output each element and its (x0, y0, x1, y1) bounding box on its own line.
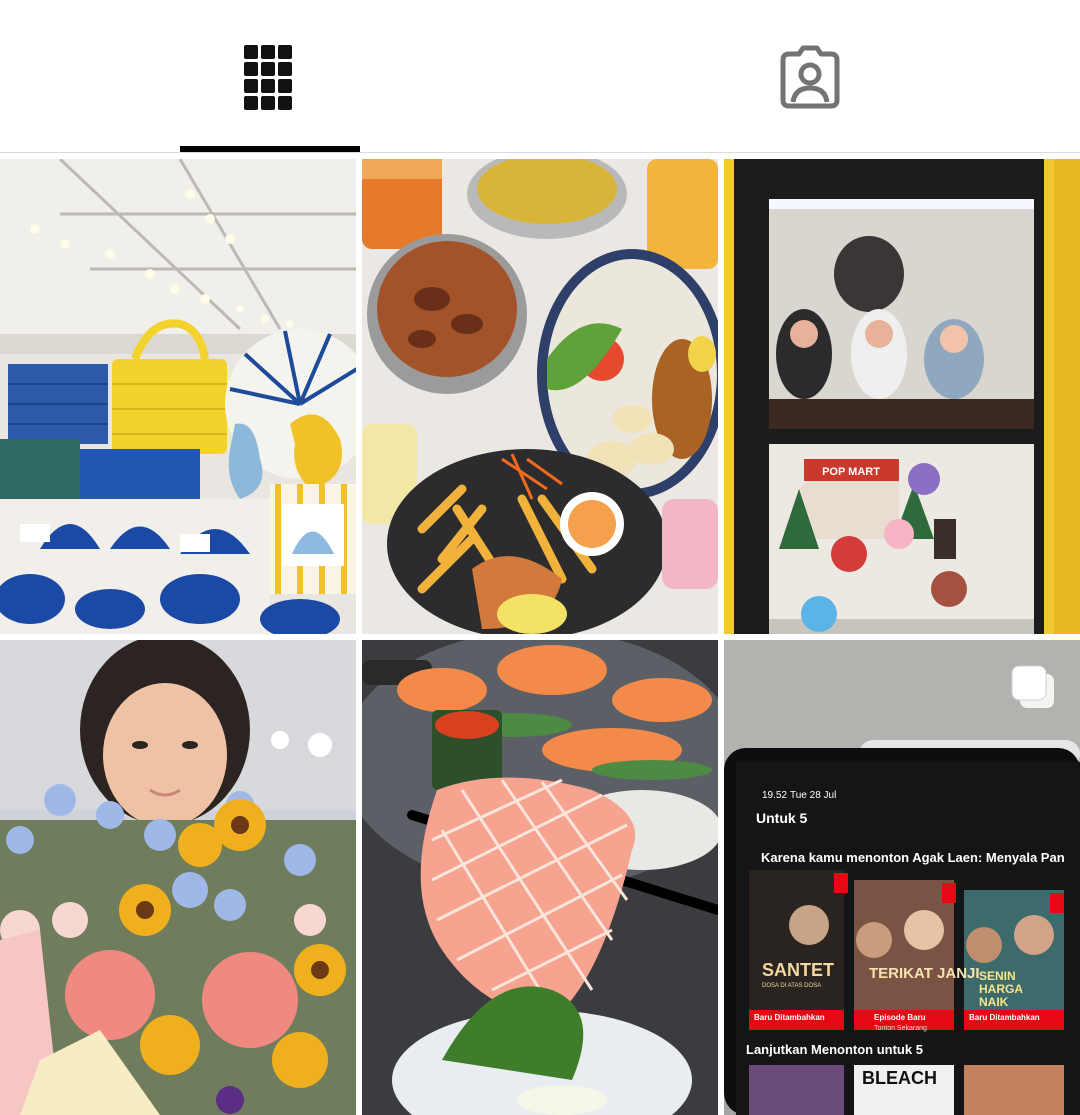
watch-now-label: Tonton Sekarang (874, 1025, 927, 1032)
tablet-profile-name: Untuk 5 (756, 810, 808, 826)
tablet-row1-title: Karena kamu menonton Agak Laen: Menyala … (761, 850, 1065, 865)
post-thumbnail[interactable] (362, 640, 718, 1115)
post-thumbnail[interactable] (0, 640, 356, 1115)
badge-new: Baru Ditambahkan (754, 1013, 825, 1022)
grid-icon (244, 44, 296, 110)
post-thumbnail[interactable]: POP MART (724, 159, 1080, 634)
tablet-status-date: Tue 28 Jul (790, 790, 837, 801)
poster-title: BLEACH (862, 1068, 937, 1088)
tagged-person-icon (780, 45, 840, 108)
tab-tagged[interactable] (720, 0, 900, 153)
tablet-row2-title: Lanjutkan Menonton untuk 5 (746, 1042, 923, 1057)
badge-new: Baru Ditambahkan (969, 1013, 1040, 1022)
post-thumbnail[interactable] (362, 159, 718, 634)
post-thumbnail[interactable] (0, 159, 356, 634)
poster-title: SENIN HARGA NAIK (979, 969, 1023, 1009)
poster-title: SANTET (762, 960, 834, 980)
profile-tab-bar (0, 0, 1080, 153)
pop-mart-sign: POP MART (822, 466, 880, 478)
tab-posts-grid[interactable] (180, 0, 360, 153)
poster-subtitle: DOSA DI ATAS DOSA (762, 983, 822, 989)
post-thumbnail[interactable]: 19.52 Tue 28 Jul Untuk 5 Karena kamu men… (724, 640, 1080, 1115)
active-tab-indicator (180, 146, 360, 152)
badge-new-episode: Episode Baru (874, 1013, 926, 1022)
poster-title: TERIKAT JANJI (869, 965, 980, 982)
carousel-icon (1011, 665, 1054, 708)
tablet-status-time: 19.52 (762, 790, 788, 801)
